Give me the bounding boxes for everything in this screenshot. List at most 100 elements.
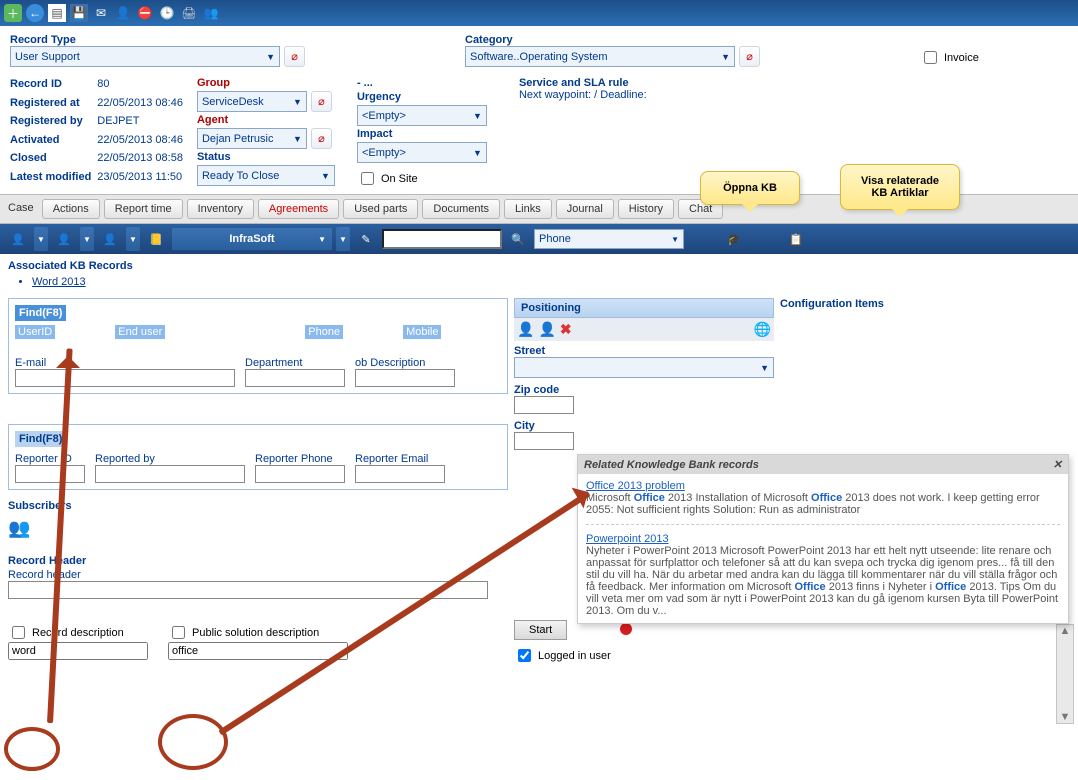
city-input[interactable] — [514, 432, 574, 450]
callout-open-kb: Öppna KB — [700, 171, 800, 205]
reporter-email-input[interactable] — [355, 465, 445, 483]
find-reporter-box: Find(F8) Reporter ID Reported by Reporte… — [8, 424, 508, 490]
stop-icon[interactable]: ⛔ — [136, 4, 154, 22]
add-user-dropdown[interactable]: ▼ — [34, 227, 48, 251]
back-icon[interactable]: ← — [26, 4, 44, 22]
associated-kb-title: Associated KB Records — [8, 260, 1070, 272]
callout-show-related: Visa relaterade KB Artiklar — [840, 164, 960, 210]
search-input[interactable] — [382, 229, 502, 249]
record-header-input[interactable] — [8, 581, 488, 599]
latest-modified-label: Latest modified — [10, 170, 97, 189]
category-value: Software..Operating System — [470, 51, 608, 63]
channel-select[interactable]: Phone▼ — [534, 229, 684, 249]
registered-at-value: 22/05/2013 08:46 — [97, 96, 189, 115]
record-desc-input[interactable] — [8, 642, 148, 660]
tab-links[interactable]: Links — [504, 199, 552, 219]
department-label: Department — [245, 357, 345, 369]
record-header-title: Record Header — [8, 555, 508, 567]
latest-modified-value: 23/05/2013 11:50 — [97, 170, 189, 189]
show-related-kb-icon[interactable]: 📋 — [784, 227, 808, 251]
add-user-icon[interactable]: 👤 — [6, 227, 30, 251]
print-icon[interactable]: 🖨 — [180, 4, 198, 22]
scrollbar[interactable]: ▲▼ — [1056, 624, 1074, 724]
company-select[interactable]: InfraSoft▼ — [172, 228, 332, 250]
agent-clear-button[interactable]: ⌀ — [311, 128, 332, 149]
tab-agreements[interactable]: Agreements — [258, 199, 339, 219]
kb-item: Word 2013 — [32, 276, 1070, 288]
category-clear-button[interactable]: ⌀ — [739, 46, 760, 67]
user3-dropdown[interactable]: ▼ — [126, 227, 140, 251]
jobdesc-input[interactable] — [355, 369, 455, 387]
pos-user-icon[interactable]: 👤 — [517, 321, 534, 338]
reporter-email-label: Reporter Email — [355, 453, 445, 465]
user2-dropdown[interactable]: ▼ — [80, 227, 94, 251]
kb-result-2-link[interactable]: Powerpoint 2013 — [586, 533, 669, 545]
clock-icon[interactable]: 🕒 — [158, 4, 176, 22]
public-sol-checkbox-label[interactable]: Public solution description — [168, 623, 319, 642]
record-id-label: Record ID — [10, 77, 97, 96]
find-reporter-title: Find(F8) — [15, 431, 66, 447]
tab-history[interactable]: History — [618, 199, 674, 219]
find-user-box: Find(F8) UserID End user Phone Mobile E-… — [8, 298, 508, 394]
tab-used-parts[interactable]: Used parts — [343, 199, 418, 219]
department-input[interactable] — [245, 369, 345, 387]
email-input[interactable] — [15, 369, 235, 387]
col-phone: Phone — [305, 325, 343, 339]
onsite-checkbox-label[interactable]: On Site — [357, 169, 487, 188]
search-icon[interactable]: 🔍 — [506, 227, 530, 251]
kb-popup-close-icon[interactable]: ✕ — [1053, 458, 1062, 471]
group-select[interactable]: ServiceDesk▼ — [197, 91, 307, 112]
save-icon[interactable]: 💾 — [70, 4, 88, 22]
subscribers-icon[interactable]: 👥 — [8, 518, 30, 538]
invoice-checkbox[interactable] — [924, 51, 937, 64]
user2-icon[interactable]: 👤 — [52, 227, 76, 251]
tab-inventory[interactable]: Inventory — [187, 199, 254, 219]
tab-documents[interactable]: Documents — [422, 199, 500, 219]
invoice-checkbox-label[interactable]: Invoice — [920, 48, 979, 67]
onsite-checkbox[interactable] — [361, 172, 374, 185]
reporter-phone-input[interactable] — [255, 465, 345, 483]
tab-report-time[interactable]: Report time — [104, 199, 183, 219]
tab-journal[interactable]: Journal — [556, 199, 614, 219]
associated-kb-list: Word 2013 — [32, 276, 1070, 288]
zip-input[interactable] — [514, 396, 574, 414]
public-sol-checkbox[interactable] — [172, 626, 185, 639]
start-button[interactable]: Start — [514, 620, 567, 640]
reporter-id-input[interactable] — [15, 465, 85, 483]
record-type-clear-button[interactable]: ⌀ — [284, 46, 305, 67]
record-desc-checkbox[interactable] — [12, 626, 25, 639]
pos-delete-icon[interactable]: ✖ — [560, 321, 572, 338]
logged-in-checkbox-label[interactable]: Logged in user — [514, 646, 611, 665]
category-select[interactable]: Software..Operating System▼ — [465, 46, 735, 67]
registered-by-label: Registered by — [10, 114, 97, 133]
user3-icon[interactable]: 👤 — [98, 227, 122, 251]
status-select[interactable]: Ready To Close▼ — [197, 165, 335, 186]
add-icon[interactable]: ＋ — [4, 4, 22, 22]
record-type-value: User Support — [15, 51, 80, 63]
urgency-select[interactable]: <Empty>▼ — [357, 105, 487, 126]
group-clear-button[interactable]: ⌀ — [311, 91, 332, 112]
reported-by-input[interactable] — [95, 465, 245, 483]
user-icon[interactable]: 👤 — [114, 4, 132, 22]
record-desc-checkbox-label[interactable]: Record description — [8, 623, 124, 642]
kb-link-word2013[interactable]: Word 2013 — [32, 276, 86, 288]
email-label: E-mail — [15, 357, 235, 369]
impact-select[interactable]: <Empty>▼ — [357, 142, 487, 163]
pos-user2-icon[interactable]: 👤 — [538, 321, 555, 338]
mail-icon[interactable]: ✉ — [92, 4, 110, 22]
record-type-select[interactable]: User Support▼ — [10, 46, 280, 67]
tab-actions[interactable]: Actions — [42, 199, 100, 219]
open-kb-icon[interactable]: 🎓 — [722, 227, 746, 251]
globe-icon[interactable]: 🌐 — [754, 321, 771, 338]
new-doc-icon[interactable]: ▤ — [48, 4, 66, 22]
agent-select[interactable]: Dejan Petrusic▼ — [197, 128, 307, 149]
tab-case[interactable]: Case — [6, 199, 38, 219]
street-select[interactable]: ▼ — [514, 357, 774, 378]
edit-icon[interactable]: ✎ — [354, 227, 378, 251]
status-label: Status — [197, 151, 335, 163]
add-user-icon[interactable]: 👥 — [202, 4, 220, 22]
book-icon[interactable]: 📒 — [144, 227, 168, 251]
company-dropdown[interactable]: ▼ — [336, 227, 350, 251]
logged-in-checkbox[interactable] — [518, 649, 531, 662]
public-sol-input[interactable] — [168, 642, 348, 660]
